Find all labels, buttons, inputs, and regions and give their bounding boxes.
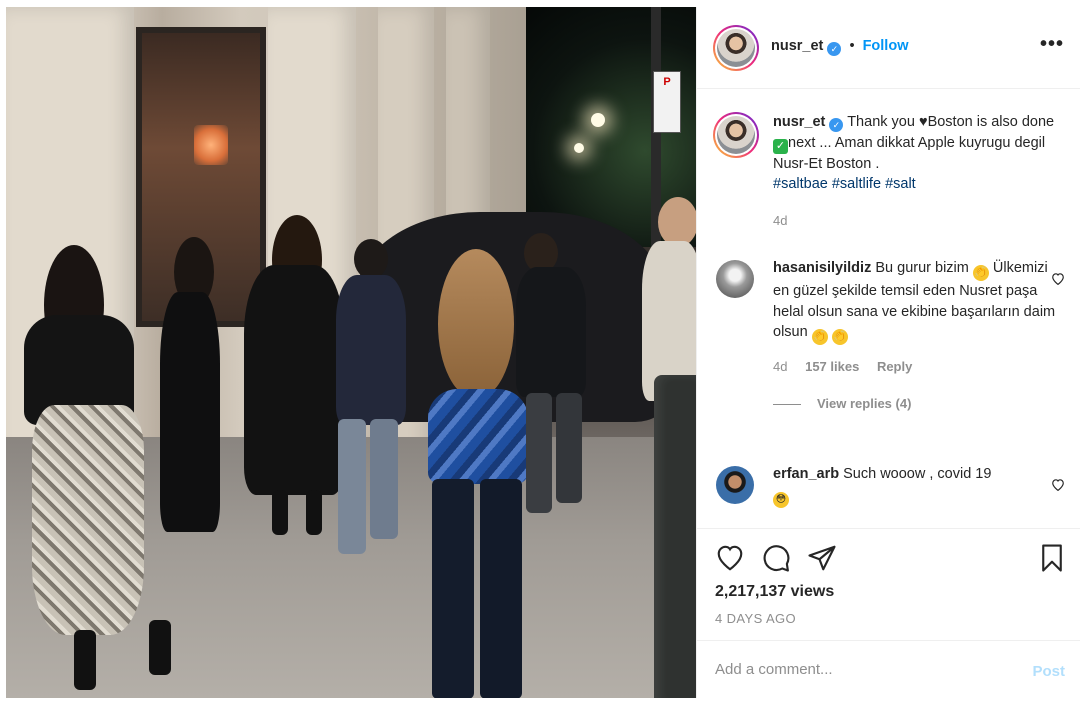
street-light [591,113,605,127]
trash-bin [654,375,696,698]
comment-item: erfan_arb Such wooow , covid 19 😳 [713,464,1065,508]
hashtag-link[interactable]: #saltbae [773,176,828,192]
comment-text: hasanisilyildiz Bu gurur bizim 👏 Ülkemiz… [773,258,1065,345]
instagram-post-modal: P nusr_et ✓ • Follow ••• nusr_et ✓ Thank… [0,0,1080,702]
view-count[interactable]: 2,217,137 views [715,583,834,601]
clap-emoji-icon: 👏 [972,265,989,281]
comment-meta: 4d 157 likes Reply [773,359,1065,374]
hashtag-link[interactable]: #saltlife [832,176,881,192]
commenter-avatar[interactable] [716,466,754,504]
reply-button[interactable]: Reply [877,359,912,374]
comment-item: hasanisilyildiz Bu gurur bizim 👏 Ülkemiz… [713,258,1065,411]
comments-list[interactable]: nusr_et ✓ Thank you ♥Boston is also done… [697,90,1080,528]
header-separator: • [849,38,855,54]
view-replies-button[interactable]: View replies (4) [773,396,1065,411]
caption-text-part: Boston is also done [927,114,1055,130]
caption: nusr_et ✓ Thank you ♥Boston is also done… [713,112,1065,228]
more-options-icon[interactable]: ••• [1040,34,1064,54]
caption-meta: 4d [773,213,1065,228]
hashtag-link[interactable]: #salt [885,176,916,192]
comment-like-heart-icon[interactable] [1051,478,1065,494]
share-icon[interactable] [807,543,837,573]
commenter-username[interactable]: hasanisilyildiz [773,260,871,276]
view-replies-label: View replies (4) [817,396,912,411]
post-comment-button[interactable]: Post [1032,663,1065,680]
caption-text-part: next ... Aman dikkat Apple kuyrugu degil… [773,134,1046,172]
post-actions: 2,217,137 views 4 DAYS AGO [697,528,1080,640]
add-comment-input[interactable] [715,661,1005,678]
caption-username[interactable]: nusr_et [773,114,825,130]
verified-badge-icon: ✓ [827,42,842,56]
commenter-username[interactable]: erfan_arb [773,466,839,482]
caption-text: nusr_et ✓ Thank you ♥Boston is also done… [773,112,1065,195]
check-emoji-icon: ✓ [773,138,788,154]
verified-badge-icon: ✓ [829,118,844,132]
commenter-avatar[interactable] [716,260,754,298]
street-light [574,143,584,153]
caption-age: 4d [773,212,788,228]
comment-like-heart-icon[interactable] [1051,272,1065,288]
follow-button[interactable]: Follow [863,38,909,54]
clap-emoji-icon: 👏 [811,329,828,345]
post-video[interactable]: P [6,7,696,698]
flushed-emoji-icon: 😳 [773,491,789,508]
comment-text-part: Bu gurur bizim [875,260,973,276]
author-username[interactable]: nusr_et [771,38,823,54]
parking-sign: P [653,71,681,133]
clap-emoji-icon: 👏 [831,329,848,345]
header-author-line: nusr_et ✓ • Follow [771,38,908,56]
interior-lamp [194,125,228,165]
replies-divider [773,404,801,406]
heart-icon[interactable] [715,543,745,573]
caption-text-part: Thank you [847,114,919,130]
comment-icon[interactable] [761,543,791,573]
bookmark-icon[interactable] [1037,543,1067,573]
post-details-panel: nusr_et ✓ • Follow ••• nusr_et ✓ Thank y… [696,7,1080,698]
comment-age: 4d [773,359,788,374]
author-avatar[interactable] [713,25,759,71]
heart-emoji-icon: ♥ [918,114,928,130]
caption-avatar[interactable] [713,112,759,158]
comment-text-part: Such wooow , covid 19 [843,466,992,482]
comment-composer: Post [697,640,1080,698]
post-date[interactable]: 4 DAYS AGO [715,611,796,626]
comment-text: erfan_arb Such wooow , covid 19 😳 [773,464,1065,508]
comment-likes[interactable]: 157 likes [805,359,859,374]
post-header: nusr_et ✓ • Follow ••• [697,7,1080,89]
